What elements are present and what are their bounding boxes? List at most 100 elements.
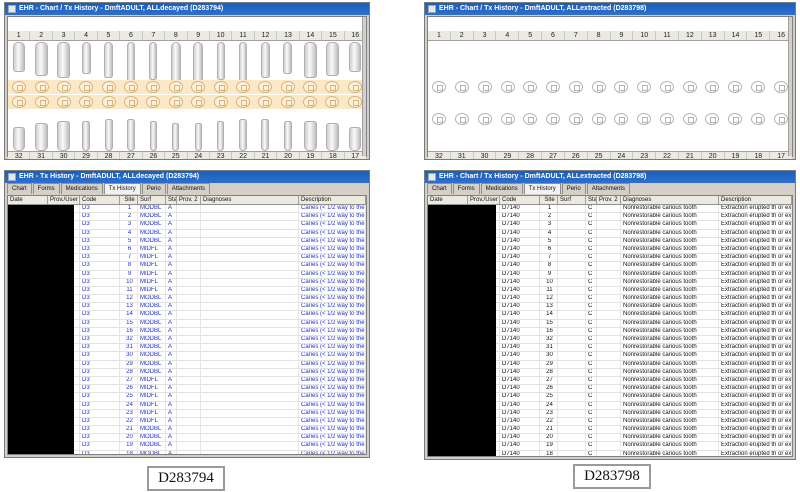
tooth-number[interactable]: 12 [677, 31, 701, 40]
tooth-number[interactable]: 21 [253, 152, 276, 159]
tooth-surface-cell[interactable] [656, 112, 679, 126]
tooth-slot[interactable] [98, 109, 120, 151]
tab-forms[interactable]: Forms [32, 183, 60, 194]
tab-attachments[interactable]: Attachments [166, 183, 211, 194]
column-header-prov[interactable]: Prov./User [48, 196, 80, 204]
tooth-surface-cell[interactable] [209, 80, 231, 94]
column-header-desc[interactable]: Description [719, 196, 792, 204]
tooth-surface-cell[interactable] [98, 80, 120, 94]
column-header-site[interactable]: Site [540, 196, 558, 204]
tooth-number[interactable]: 32 [428, 152, 450, 159]
tooth-surface-cell[interactable] [299, 80, 321, 94]
tooth-surface-cell[interactable] [165, 80, 187, 94]
column-header-code[interactable]: Code [500, 196, 540, 204]
tooth-number[interactable]: 22 [231, 152, 253, 159]
column-header-stat[interactable]: Stat [586, 196, 597, 204]
tooth-surface-cell[interactable] [428, 80, 451, 94]
tooth-number[interactable]: 30 [472, 152, 496, 159]
tooth-surface-cell[interactable] [8, 80, 30, 94]
tooth-surface-cell[interactable] [496, 80, 519, 94]
tooth-number[interactable]: 15 [746, 31, 769, 40]
tooth-surface-cell[interactable] [53, 95, 75, 109]
tooth-number[interactable]: 31 [29, 152, 51, 159]
column-header-diag[interactable]: Diagnoses [621, 196, 719, 204]
odontogram[interactable]: 1 2 3 4 5 6 7 8 9 10 11 12 13 14 15 16 32 31 30 29 28 27 26 25… [427, 16, 793, 159]
tooth-slot[interactable] [30, 109, 52, 151]
tooth-number[interactable]: 19 [298, 152, 321, 159]
tooth-number[interactable]: 30 [51, 152, 74, 159]
tooth-slot[interactable] [165, 109, 187, 151]
tooth-surface-cell[interactable] [254, 95, 276, 109]
tooth-number[interactable]: 8 [586, 31, 610, 40]
tooth-slot[interactable] [75, 109, 97, 151]
column-header-date[interactable]: Date [8, 196, 48, 204]
tooth-number[interactable]: 12 [253, 31, 276, 40]
tooth-surface-cell[interactable] [474, 80, 497, 94]
tab-perio[interactable]: Perio [141, 183, 166, 194]
column-header-prov[interactable]: Prov./User [468, 196, 500, 204]
tooth-number[interactable]: 3 [51, 31, 74, 40]
tab-chart[interactable]: Chart [427, 183, 452, 194]
tab-medications[interactable]: Medications [480, 183, 523, 194]
tooth-number[interactable]: 13 [700, 31, 724, 40]
tooth-number[interactable]: 20 [700, 152, 724, 159]
column-header-surf[interactable]: Surf [558, 196, 586, 204]
tooth-number[interactable]: 5 [96, 31, 119, 40]
tab-tx-history[interactable]: Tx History [103, 183, 141, 194]
tooth-surface-cell[interactable] [587, 112, 610, 126]
tooth-surface-cell[interactable] [209, 95, 231, 109]
tooth-slot[interactable] [8, 109, 30, 151]
column-header-diag[interactable]: Diagnoses [201, 196, 299, 204]
tooth-surface-cell[interactable] [701, 112, 724, 126]
tooth-number[interactable]: 14 [298, 31, 321, 40]
tooth-number[interactable]: 6 [541, 31, 564, 40]
tooth-surface-cell[interactable] [75, 80, 97, 94]
left-tx-titlebar[interactable]: EHR - Tx History - DmftADULT, ALLdecayed… [5, 171, 369, 183]
tooth-surface-cell[interactable] [30, 80, 52, 94]
column-header-surf[interactable]: Surf [138, 196, 166, 204]
tooth-number[interactable]: 25 [586, 152, 610, 159]
tooth-number[interactable]: 10 [208, 31, 231, 40]
tooth-surface-cell[interactable] [747, 80, 770, 94]
tooth-number[interactable]: 27 [541, 152, 564, 159]
tooth-surface-cell[interactable] [542, 112, 565, 126]
tab-forms[interactable]: Forms [452, 183, 480, 194]
tooth-surface-cell[interactable] [678, 112, 701, 126]
tooth-slot[interactable] [120, 109, 142, 151]
tooth-number[interactable]: 20 [276, 152, 298, 159]
tooth-surface-cell[interactable] [519, 80, 542, 94]
tx-history-grid[interactable]: DateProv./UserCodeSiteSurfStatProv. 2Dia… [427, 195, 793, 457]
tooth-number[interactable]: 14 [723, 31, 747, 40]
tooth-surface-cell[interactable] [277, 80, 299, 94]
tooth-surface-cell[interactable] [633, 112, 656, 126]
tooth-surface-cell[interactable] [610, 112, 633, 126]
tooth-number[interactable]: 26 [563, 152, 587, 159]
tooth-surface-cell[interactable] [451, 80, 474, 94]
left-chart-titlebar[interactable]: EHR - Chart / Tx History - DmftADULT, AL… [5, 3, 369, 15]
chart-scrollbar[interactable] [362, 17, 366, 156]
tooth-number[interactable]: 4 [74, 31, 96, 40]
tooth-surface-cell[interactable] [519, 112, 542, 126]
tooth-number[interactable]: 23 [208, 152, 231, 159]
right-tx-titlebar[interactable]: EHR - Chart / Tx History - DmftADULT, AL… [425, 171, 795, 183]
tooth-surface-cell[interactable] [701, 80, 724, 94]
tooth-number[interactable]: 11 [231, 31, 253, 40]
tooth-number[interactable]: 8 [164, 31, 186, 40]
tx-history-grid[interactable]: DateProv./UserCodeSiteSurfStatProv. 2Dia… [7, 195, 367, 455]
tooth-surface-cell[interactable] [678, 80, 701, 94]
column-header-date[interactable]: Date [428, 196, 468, 204]
tooth-number[interactable]: 18 [321, 152, 343, 159]
tooth-surface-cell[interactable] [565, 80, 588, 94]
tooth-slot[interactable] [187, 109, 209, 151]
tooth-surface-cell[interactable] [565, 112, 588, 126]
right-chart-titlebar[interactable]: EHR - Chart / Tx History - DmftADULT, AL… [425, 3, 795, 15]
tooth-number[interactable]: 7 [563, 31, 587, 40]
tooth-number[interactable]: 18 [746, 152, 769, 159]
tooth-number[interactable]: 22 [655, 152, 678, 159]
tooth-number[interactable]: 28 [96, 152, 119, 159]
tooth-surface-cell[interactable] [165, 95, 187, 109]
tab-attachments[interactable]: Attachments [586, 183, 631, 194]
tab-medications[interactable]: Medications [60, 183, 103, 194]
tooth-surface-cell[interactable] [30, 95, 52, 109]
tooth-number[interactable]: 7 [141, 31, 164, 40]
